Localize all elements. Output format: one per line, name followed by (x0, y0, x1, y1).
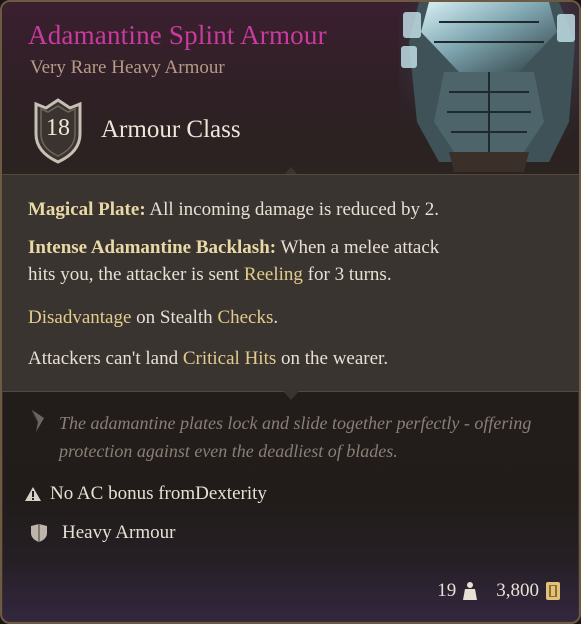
effect-title: Magical Plate: (28, 199, 146, 220)
effect-critical-immunity: Attackers can't land Critical Hits on th… (28, 345, 388, 372)
property-text: No AC bonus from (50, 483, 196, 504)
keyword-critical-hits[interactable]: Critical Hits (183, 348, 276, 369)
armour-illustration (399, 2, 579, 172)
effect-text: . (273, 307, 279, 328)
effects-panel: Magical Plate: All incoming damage is re… (2, 174, 579, 392)
effect-title: Intense Adamantine Backlash: (28, 237, 277, 258)
keyword-disadvantage[interactable]: Disadvantage (28, 307, 131, 328)
warning-icon (25, 487, 41, 501)
armour-class-label: Armour Class (101, 116, 241, 143)
armour-type-icon (31, 524, 47, 542)
weight-value: 19 (437, 580, 457, 601)
effect-text: on the wearer. (276, 348, 389, 369)
effect-backlash: Intense Adamantine Backlash: When a mele… (28, 234, 439, 288)
quill-icon (31, 409, 44, 432)
effect-text: on Stealth (131, 307, 218, 328)
keyword-dexterity[interactable]: Dexterity (195, 483, 267, 505)
property-armour-type: Heavy Armour (24, 521, 175, 545)
effect-text: All incoming damage is reduced by 2. (145, 199, 440, 220)
effect-text: When a melee attack (276, 237, 440, 258)
effect-stealth-disadvantage: Disadvantage on Stealth Checks. (28, 304, 278, 331)
item-tooltip: Adamantine Splint Armour Very Rare Heavy… (0, 0, 581, 624)
effect-text: Attackers can't land (28, 348, 183, 369)
keyword-checks[interactable]: Checks (217, 307, 273, 328)
item-rarity-type: Very Rare Heavy Armour (30, 57, 225, 78)
effect-magical-plate: Magical Plate: All incoming damage is re… (28, 196, 439, 223)
property-no-dex-bonus: No AC bonus from Dexterity (24, 482, 267, 506)
effect-text: for 3 turns. (302, 264, 392, 285)
gold-value: 3,800 (496, 580, 539, 601)
armour-type-label: Heavy Armour (62, 522, 176, 543)
keyword-reeling[interactable]: Reeling (244, 264, 303, 285)
armour-class-value: 18 (46, 115, 70, 141)
effect-text: hits you, the attacker is sent (28, 264, 244, 285)
item-name: Adamantine Splint Armour (28, 20, 327, 50)
tooltip-header: Adamantine Splint Armour Very Rare Heavy… (2, 2, 579, 174)
flavor-text: The adamantine plates lock and slide tog… (59, 413, 532, 461)
divider-notch-bottom (283, 391, 299, 400)
footer-stats: 19 3,800 (437, 580, 561, 602)
weight-icon (463, 582, 478, 600)
gold-coin-icon (546, 582, 560, 600)
